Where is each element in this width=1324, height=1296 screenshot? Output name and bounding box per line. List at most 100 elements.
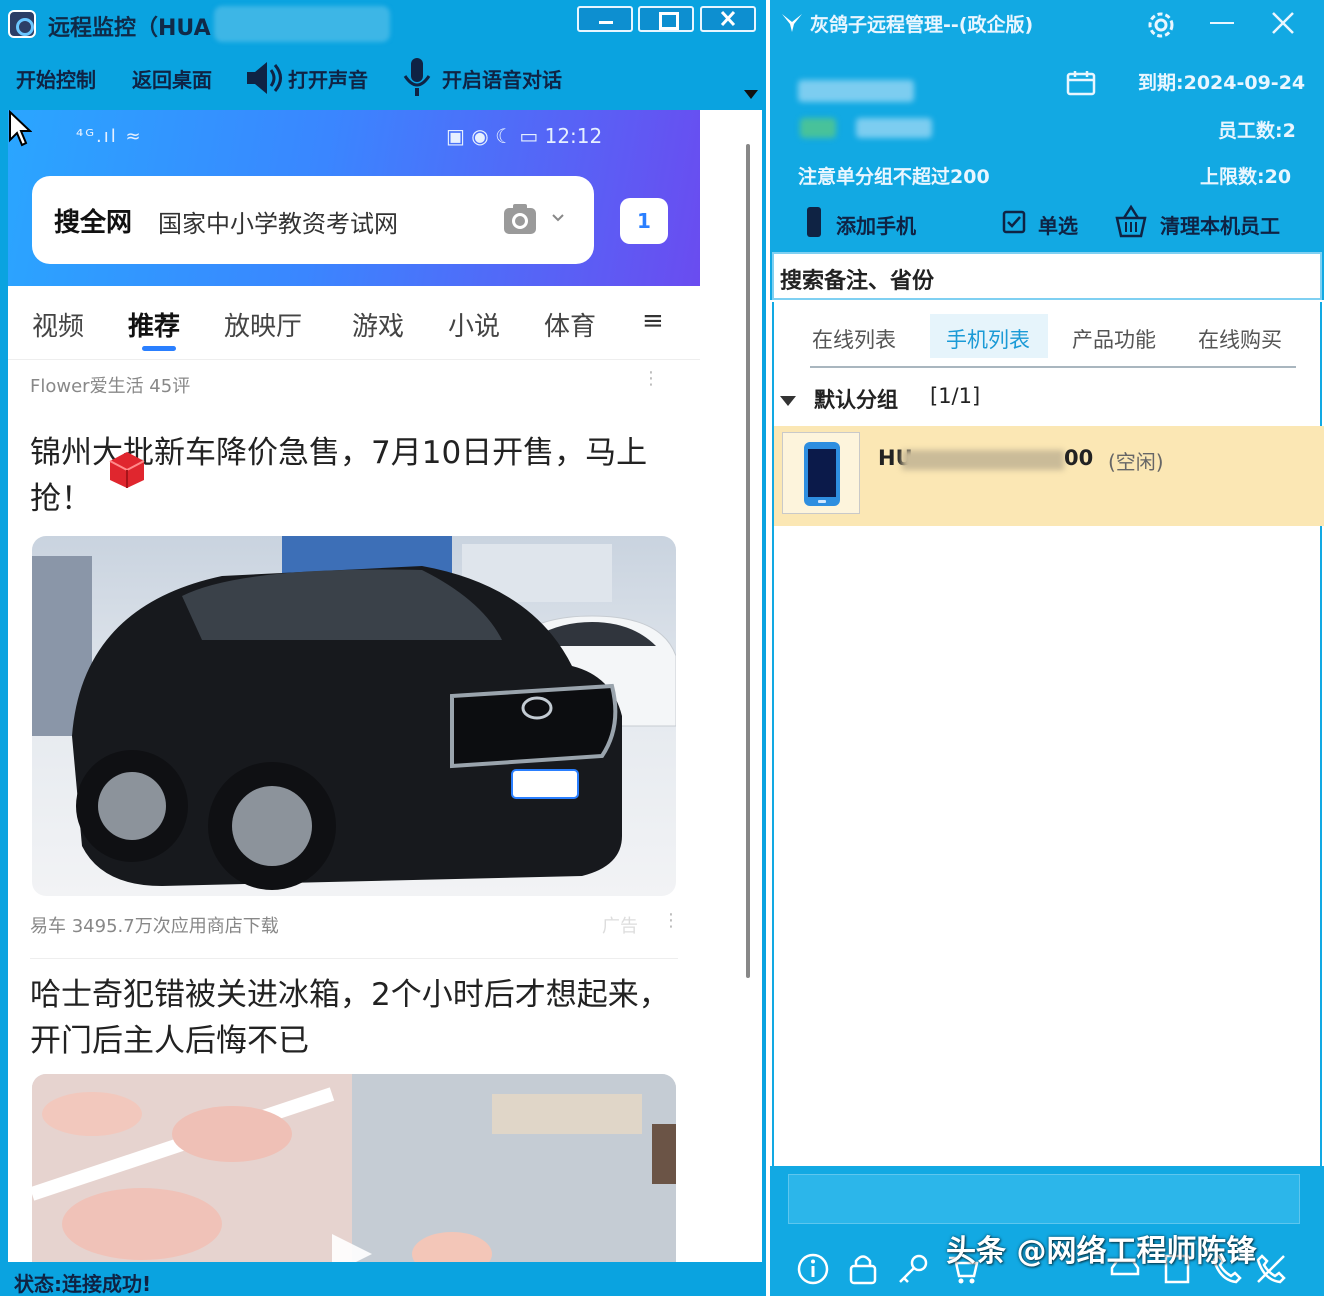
redacted-region xyxy=(902,450,1064,470)
feed-item-source: 易车 3495.7万次应用商店下载 xyxy=(30,916,279,937)
message-input[interactable] xyxy=(788,1174,1300,1224)
channel-tabs: 视频 推荐 放映厅 游戏 小说 体育 ≡ xyxy=(8,286,700,360)
redacted-region xyxy=(798,80,914,102)
more-icon[interactable]: ⋮ xyxy=(642,368,660,389)
close-button[interactable] xyxy=(700,6,756,32)
speaker-icon[interactable] xyxy=(243,58,285,98)
signal-icons: ⁴ᴳ.ıl ≈ xyxy=(76,126,143,147)
expire-date: 到期:2024-09-24 xyxy=(1138,72,1306,94)
phone-off-icon[interactable] xyxy=(1254,1252,1288,1286)
connection-status: 状态:连接成功! xyxy=(14,1272,152,1296)
start-control-button[interactable]: 开始控制 xyxy=(16,64,96,93)
manager-header: 灰鸽子远程管理--(政企版) 到期:2024-09-24 员工数:2 注意单分组… xyxy=(770,0,1324,300)
channel-tab-cinema[interactable]: 放映厅 xyxy=(224,306,302,343)
feed-item-source: Flower爱生活 45评 xyxy=(30,376,191,397)
mouse-cursor-icon xyxy=(9,110,32,147)
close-icon xyxy=(720,10,736,27)
channel-menu-icon[interactable]: ≡ xyxy=(642,306,664,336)
video-thumbnail[interactable] xyxy=(32,1074,676,1262)
feed-item-headline[interactable]: 哈士奇犯错被关进冰箱，2个小时后才想起来，开门后主人后悔不已 xyxy=(30,972,680,1064)
open-sound-button[interactable]: 打开声音 xyxy=(288,64,368,93)
car-image xyxy=(32,536,676,896)
single-select-button[interactable]: 单选 xyxy=(1038,210,1078,239)
staff-count: 员工数:2 xyxy=(1218,120,1296,142)
ad-label: 广告 xyxy=(602,916,638,937)
search-scope-label: 搜全网 xyxy=(54,208,133,238)
phone-icon[interactable] xyxy=(806,206,822,238)
lock-icon[interactable] xyxy=(846,1252,880,1286)
bottom-toolbar: 头条 @网络工程师陈锋 xyxy=(770,1166,1324,1296)
microphone-icon[interactable] xyxy=(400,56,434,100)
fridge-puppies-image xyxy=(32,1074,676,1262)
channel-tab-novels[interactable]: 小说 xyxy=(448,306,500,343)
window-title: 远程监控（HUA xyxy=(48,16,211,41)
manager-window: 灰鸽子远程管理--(政企版) 到期:2024-09-24 员工数:2 注意单分组… xyxy=(770,0,1324,1296)
watermark: 头条 @网络工程师陈锋 xyxy=(946,1234,1257,1269)
device-thumbnail xyxy=(782,432,860,514)
toolbar-dropdown-icon[interactable] xyxy=(744,90,758,99)
tab-divider xyxy=(810,366,1296,368)
redacted-region xyxy=(856,118,932,138)
status-bar: 状态:连接成功! xyxy=(0,1264,766,1296)
minimize-button[interactable] xyxy=(577,6,633,32)
tab-online-list[interactable]: 在线列表 xyxy=(812,324,896,354)
tab-count-button[interactable]: 1 xyxy=(620,198,668,244)
toolbar: 开始控制 返回桌面 打开声音 开启语音对话 xyxy=(0,56,766,106)
close-icon[interactable] xyxy=(1270,10,1296,36)
expand-arrow-icon[interactable] xyxy=(780,396,796,406)
minimize-button[interactable] xyxy=(1210,22,1234,24)
search-box[interactable]: 搜全网 国家中小学教资考试网 xyxy=(32,176,594,264)
device-state: (空闲) xyxy=(1108,450,1164,474)
redacted-region xyxy=(214,6,390,42)
add-phone-button[interactable]: 添加手机 xyxy=(836,210,916,239)
clock: 12:12 xyxy=(544,124,603,148)
remote-monitor-window: 远程监控（HUA 开始控制 返回桌面 打开声音 开启语音对话 ⁴ᴳ.ıl ≈ ▣… xyxy=(0,0,766,1296)
channel-tab-recommend[interactable]: 推荐 xyxy=(128,306,180,343)
search-input[interactable]: 国家中小学教资考试网 xyxy=(158,204,398,239)
title-bar[interactable]: 远程监控（HUA xyxy=(0,0,766,46)
redacted-region xyxy=(800,118,836,138)
red-cube-icon xyxy=(109,452,145,488)
basket-icon[interactable] xyxy=(1114,204,1148,238)
car-photo[interactable] xyxy=(32,536,676,896)
chevron-down-icon[interactable] xyxy=(550,210,566,226)
active-tab-indicator xyxy=(142,346,176,351)
smartphone-icon xyxy=(804,442,840,506)
tab-phone-list[interactable]: 手机列表 xyxy=(946,324,1030,354)
group-limit-note: 注意单分组不超过200 xyxy=(798,166,990,188)
checkbox-icon[interactable] xyxy=(1002,210,1026,234)
tab-online-purchase[interactable]: 在线购买 xyxy=(1198,324,1282,354)
device-name-suffix: 00 xyxy=(1064,446,1094,470)
upper-limit: 上限数:20 xyxy=(1200,166,1292,188)
maximize-button[interactable] xyxy=(638,6,694,32)
app-icon xyxy=(8,10,36,38)
phone-screen[interactable]: ⁴ᴳ.ıl ≈ ▣ ◉ ☾ ▭ 12:12 搜全网 国家中小学教资考试网 1 视… xyxy=(8,110,700,1262)
manager-title: 灰鸽子远程管理--(政企版) xyxy=(810,14,1034,36)
info-icon[interactable] xyxy=(796,1252,830,1286)
search-placeholder: 搜索备注、省份 xyxy=(780,269,935,294)
status-bar-right: ▣ ◉ ☾ ▭ 12:12 xyxy=(446,124,602,148)
clear-staff-button[interactable]: 清理本机员工 xyxy=(1160,210,1280,239)
search-input[interactable]: 搜索备注、省份 xyxy=(772,252,1322,300)
voice-chat-button[interactable]: 开启语音对话 xyxy=(442,64,562,93)
channel-tab-sports[interactable]: 体育 xyxy=(544,306,596,343)
device-panel: 在线列表 手机列表 产品功能 在线购买 默认分组 [1/1] HU 00 (空闲… xyxy=(772,302,1324,1166)
group-name[interactable]: 默认分组 xyxy=(814,384,898,414)
calendar-icon xyxy=(1066,71,1096,96)
channel-tab-games[interactable]: 游戏 xyxy=(352,306,404,343)
key-icon[interactable] xyxy=(896,1252,930,1286)
group-count: [1/1] xyxy=(930,384,981,408)
browser-header: ⁴ᴳ.ıl ≈ ▣ ◉ ☾ ▭ 12:12 搜全网 国家中小学教资考试网 1 xyxy=(8,110,700,286)
scroll-track xyxy=(700,110,762,1262)
pigeon-logo-icon xyxy=(782,14,802,32)
tab-product-features[interactable]: 产品功能 xyxy=(1072,324,1156,354)
device-row[interactable]: HU 00 (空闲) xyxy=(774,426,1324,526)
divider xyxy=(30,958,678,959)
status-icons: ▣ ◉ ☾ ▭ xyxy=(446,124,545,148)
scrollbar[interactable] xyxy=(746,144,750,978)
back-to-desktop-button[interactable]: 返回桌面 xyxy=(132,64,212,93)
camera-icon[interactable] xyxy=(502,202,538,236)
gear-icon[interactable] xyxy=(1144,8,1178,42)
channel-tab-video[interactable]: 视频 xyxy=(32,306,84,343)
more-icon[interactable]: ⋮ xyxy=(662,910,680,931)
